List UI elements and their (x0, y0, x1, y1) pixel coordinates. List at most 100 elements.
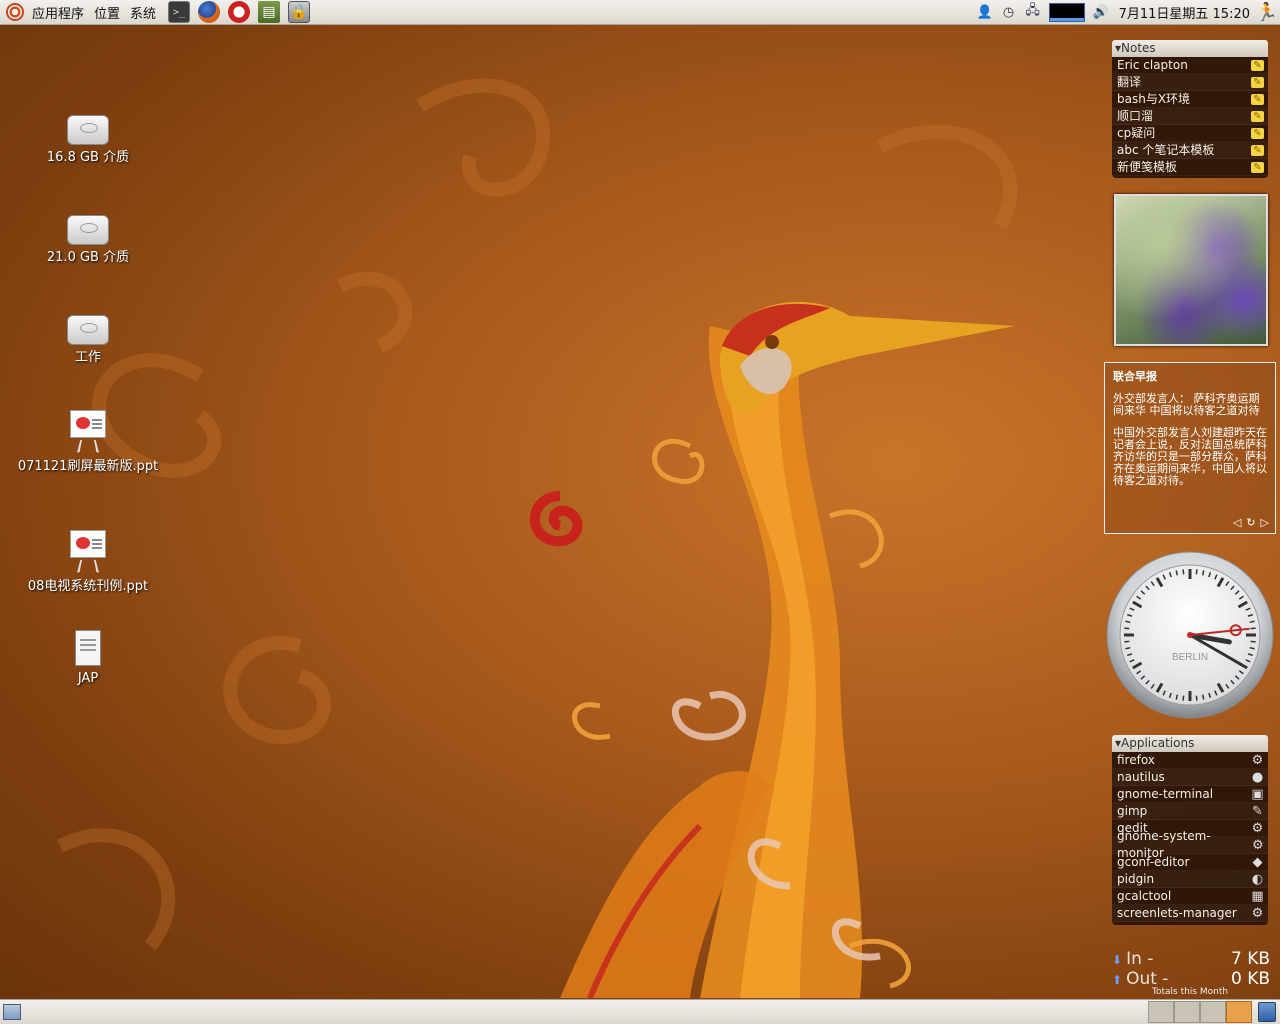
note-icon: ✎ (1251, 59, 1264, 71)
drive-icon (67, 315, 109, 345)
desktop-icon-drive-1[interactable]: 16.8 GB 介质 (13, 115, 163, 166)
desktop-icon-ppt-1[interactable]: 071121刷屏最新版.ppt (13, 410, 163, 475)
desktop-icon-drive-work[interactable]: 工作 (13, 315, 163, 366)
app-item-gnome-terminal[interactable]: gnome-terminal ▣ (1112, 786, 1268, 803)
workspace-2[interactable] (1174, 1001, 1200, 1023)
note-item[interactable]: cp疑问 ✎ (1112, 125, 1268, 142)
app-item-screenlets-manager[interactable]: screenlets-manager ⚙ (1112, 905, 1268, 922)
network-out-label: Out - (1126, 969, 1169, 989)
running-man-icon[interactable]: 🏃 (1256, 1, 1278, 23)
gear-icon: ⚙ (1251, 752, 1264, 768)
presentation-icon (69, 410, 107, 454)
note-item[interactable]: 新便笺模板 ✎ (1112, 159, 1268, 176)
note-icon: ✎ (1251, 144, 1264, 156)
book-icon[interactable]: ▤ (258, 1, 281, 23)
app-item-label: screenlets-manager (1117, 905, 1237, 920)
clock-tick (1175, 694, 1179, 700)
note-item-label: cp疑问 (1117, 125, 1156, 140)
notes-widget-title[interactable]: ▾Notes (1112, 40, 1268, 57)
firefox-icon[interactable] (198, 1, 221, 23)
workspace-1[interactable] (1148, 1001, 1174, 1023)
app-item-firefox[interactable]: firefox ⚙ (1112, 752, 1268, 769)
app-item-gimp[interactable]: gimp ✎ (1112, 803, 1268, 820)
system-tray: 👤 ◷ 🖧 🔊 7月11日星期五 15:20 🏃 (973, 0, 1280, 25)
news-next-icon[interactable]: ▷ (1261, 517, 1269, 529)
desktop-icon-jap[interactable]: JAP (13, 630, 163, 687)
note-icon: ✎ (1251, 93, 1264, 105)
clock-city-label: BERLIN (1172, 652, 1208, 663)
news-headline[interactable]: 外交部发言人： 萨科齐奥运期间来华 中国将以待客之道对待 (1113, 393, 1267, 417)
network-in-value: 7 KB (1230, 949, 1270, 969)
panel-clock[interactable]: 7月11日星期五 15:20 (1113, 3, 1256, 22)
clock-tick (1250, 627, 1256, 630)
app-item-nautilus[interactable]: nautilus ● (1112, 769, 1268, 786)
lavender-photo-frame[interactable] (1114, 194, 1268, 346)
workspace-4[interactable] (1226, 1001, 1252, 1023)
note-item[interactable]: 翻译 ✎ (1112, 74, 1268, 91)
app-item-label: gconf-editor (1117, 854, 1190, 869)
clock-tick (1249, 620, 1255, 624)
note-item-label: 新便笺模板 (1117, 159, 1178, 174)
presentation-icon (69, 530, 107, 574)
desktop-icon-label: 16.8 GB 介质 (46, 150, 130, 165)
upload-arrow-icon: ⬆ (1112, 973, 1123, 987)
app-item-label: nautilus (1117, 769, 1165, 784)
opera-icon[interactable] (228, 1, 251, 23)
clock-tick (1201, 694, 1205, 700)
clock-tick (1182, 695, 1185, 701)
note-item[interactable]: abc 个笔记本模板 ✎ (1112, 142, 1268, 159)
applications-widget-title[interactable]: ▾Applications (1112, 735, 1268, 752)
news-body: 中国外交部发言人刘建超昨天在记者会上说，反对法国总统萨科齐访华的只是一部分群众，… (1113, 426, 1267, 487)
app-item-label: gcalctool (1117, 888, 1172, 903)
ubuntu-logo-icon[interactable] (6, 3, 24, 21)
pidgin-icon: ◐ (1251, 871, 1264, 887)
note-item[interactable]: Eric clapton ✎ (1112, 57, 1268, 74)
gear-icon: ⚙ (1251, 905, 1264, 921)
network-caption: Totals this Month (1152, 987, 1229, 997)
drive-icon (67, 115, 109, 145)
volume-icon[interactable]: 🔊 (1091, 2, 1111, 22)
network-in-label: In - (1126, 949, 1154, 969)
menu-places[interactable]: 位置 (92, 3, 128, 22)
menu-applications[interactable]: 应用程序 (30, 3, 92, 22)
note-icon: ✎ (1251, 76, 1264, 88)
update-icon[interactable]: ◷ (999, 2, 1019, 22)
clock-tick (1195, 695, 1198, 701)
user-icon[interactable]: 👤 (975, 2, 995, 22)
clock-tick (1182, 569, 1185, 575)
calculator-icon: ▦ (1251, 888, 1264, 904)
bottom-panel (0, 999, 1280, 1024)
news-refresh-icon[interactable]: ↻ (1246, 517, 1255, 529)
clock-tick (1125, 646, 1131, 650)
network-icon[interactable]: 🖧 (1023, 2, 1043, 22)
show-desktop-icon[interactable] (3, 1004, 21, 1020)
analog-clock-widget[interactable]: BERLIN (1105, 550, 1275, 720)
desktop-icon-label: 工作 (74, 350, 101, 365)
drive-icon (67, 215, 109, 245)
system-monitor-graph[interactable] (1048, 2, 1085, 22)
app-item-pidgin[interactable]: pidgin ◐ (1112, 871, 1268, 888)
note-item[interactable]: 顺口溜 ✎ (1112, 108, 1268, 125)
note-item[interactable]: bash与X环境 ✎ (1112, 91, 1268, 108)
app-item-gnome-system-monitor[interactable]: gnome-system-monitor ⚙ (1112, 829, 1268, 860)
news-source: 联合早报 (1113, 370, 1157, 383)
clock-tick (1124, 627, 1130, 630)
document-icon (75, 630, 101, 666)
notes-widget: ▾Notes Eric clapton ✎ 翻译 ✎ bash与X环境 ✎ 顺口溜 ✎ cp疑问… (1112, 40, 1268, 178)
gconf-icon: ◆ (1252, 854, 1263, 870)
gear-icon: ⚙ (1251, 837, 1264, 853)
notes-list: Eric clapton ✎ 翻译 ✎ bash与X环境 ✎ 顺口溜 ✎ cp疑问 ✎ abc 个笔… (1112, 57, 1268, 176)
menu-system[interactable]: 系统 (128, 3, 164, 22)
terminal-icon[interactable]: >_ (168, 1, 191, 23)
app-item-label: pidgin (1117, 871, 1155, 886)
app-item-gcalctool[interactable]: gcalctool ▦ (1112, 888, 1268, 905)
trash-icon[interactable] (1258, 1002, 1276, 1022)
clock-tick (1125, 620, 1131, 624)
news-prev-icon[interactable]: ◁ (1233, 517, 1241, 529)
desktop-icon-ppt-2[interactable]: 08电视系统刊例.ppt (13, 530, 163, 595)
workspace-3[interactable] (1200, 1001, 1226, 1023)
network-out-value: 0 KB (1230, 969, 1270, 989)
app-item-label: gimp (1117, 803, 1148, 818)
lock-icon[interactable]: 🔒 (288, 1, 311, 23)
desktop-icon-drive-2[interactable]: 21.0 GB 介质 (13, 215, 163, 266)
